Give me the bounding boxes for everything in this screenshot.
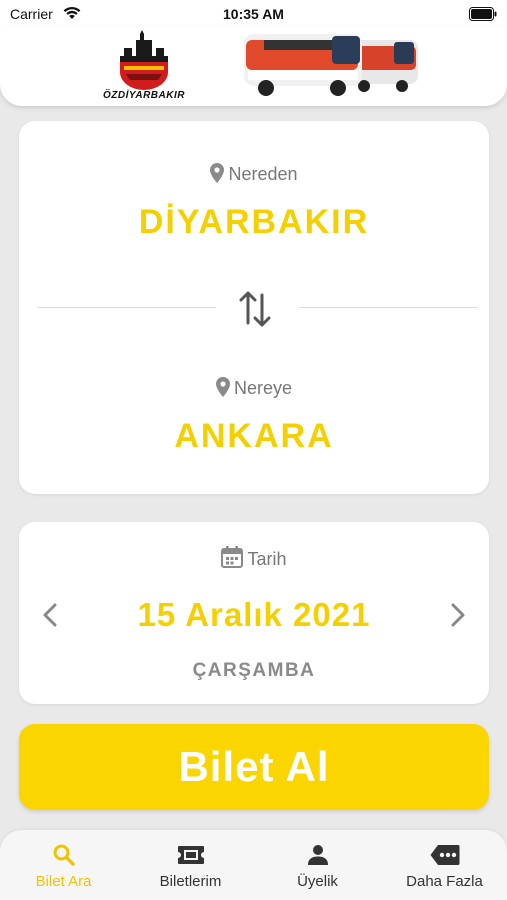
- more-icon: [430, 845, 459, 865]
- tab-uyelik[interactable]: Üyelik: [254, 830, 381, 900]
- location-pin-icon: [210, 163, 225, 183]
- date-card: Tarih 15 Aralık 2021 ÇARŞAMBA: [19, 522, 489, 704]
- tab-biletlerim[interactable]: Biletlerim: [127, 830, 254, 900]
- from-label-row: Nereden: [19, 163, 489, 185]
- tab-label: Daha Fazla: [406, 873, 483, 890]
- logo-emblem-icon: [120, 30, 168, 90]
- tab-label: Üyelik: [297, 873, 338, 890]
- from-label: Nereden: [228, 164, 298, 184]
- calendar-icon: [221, 546, 244, 568]
- tab-label: Bilet Ara: [35, 873, 92, 890]
- user-icon: [307, 845, 328, 865]
- search-icon: [53, 844, 75, 866]
- logo-text: ÖZDİYARBAKIR: [103, 90, 185, 101]
- status-time: 10:35 AM: [223, 6, 284, 22]
- route-card: Nereden DİYARBAKIR Nereye ANKARA: [19, 121, 489, 494]
- app-header: ÖZDİYARBAKIR: [0, 26, 507, 106]
- battery-icon: [469, 7, 497, 21]
- tab-label: Biletlerim: [159, 873, 222, 890]
- to-label-row: Nereye: [19, 377, 489, 399]
- tab-daha-fazla[interactable]: Daha Fazla: [381, 830, 507, 900]
- swap-vertical-icon[interactable]: [235, 287, 275, 331]
- date-label: Tarih: [247, 549, 287, 569]
- location-pin-icon: [215, 377, 230, 397]
- tab-bilet-ara[interactable]: Bilet Ara: [0, 830, 127, 900]
- chevron-right-icon[interactable]: [443, 600, 471, 630]
- from-city[interactable]: DİYARBAKIR: [19, 203, 489, 242]
- date-label-row: Tarih: [19, 546, 489, 570]
- divider-left: [37, 307, 216, 308]
- buy-ticket-button[interactable]: Bilet Al: [19, 724, 489, 810]
- selected-date[interactable]: 15 Aralık 2021: [19, 596, 489, 634]
- bottom-tab-bar: Bilet Ara Biletlerim Üyelik Daha Fazla: [0, 830, 507, 900]
- day-name: ÇARŞAMBA: [192, 660, 316, 681]
- divider-right: [299, 307, 478, 308]
- ticket-icon: [177, 846, 204, 864]
- bus-image: [244, 34, 418, 96]
- to-city[interactable]: ANKARA: [19, 417, 489, 456]
- to-label: Nereye: [233, 378, 293, 398]
